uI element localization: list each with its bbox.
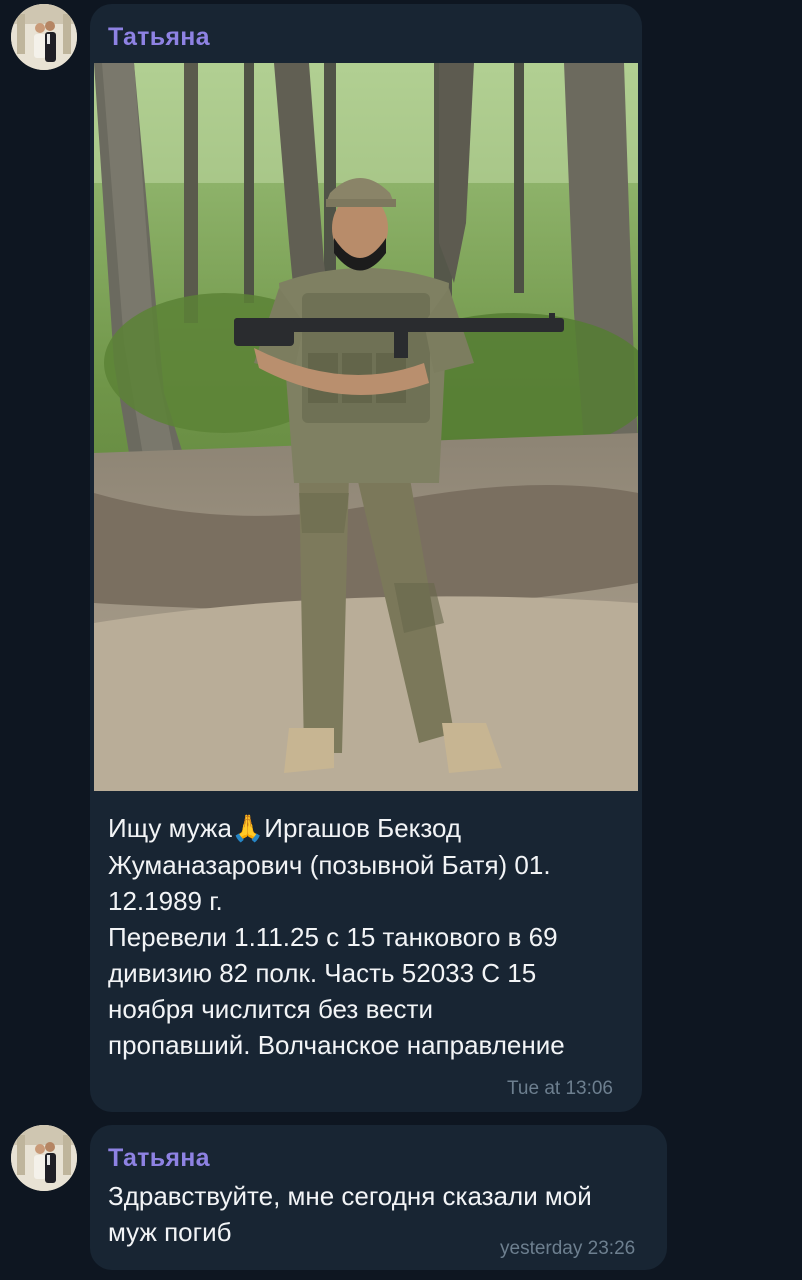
avatar-photo-icon: [11, 4, 77, 70]
message-timestamp: Tue at 13:06: [507, 1078, 613, 1099]
sender-name[interactable]: Татьяна: [108, 23, 210, 52]
chat-view: Татьяна Ищу мужа🙏Иргашов Бекзод Жуманаза…: [0, 0, 802, 1280]
message-photo[interactable]: [94, 63, 638, 791]
sender-avatar[interactable]: [11, 4, 77, 70]
message-timestamp: yesterday 23:26: [500, 1238, 636, 1259]
soldier-in-forest-photo-icon: [94, 63, 638, 791]
sender-name[interactable]: Татьяна: [108, 1144, 210, 1173]
sender-avatar[interactable]: [11, 1125, 77, 1191]
praying-hands-icon: 🙏: [231, 814, 265, 844]
avatar-photo-icon: [11, 1125, 77, 1191]
message-text-intro: Ищу мужа: [108, 813, 232, 843]
message-text-body: Иргашов Бекзод Жуманазарович (позывной Б…: [108, 813, 565, 1060]
message-text: Ищу мужа🙏Иргашов Бекзод Жуманазарович (п…: [108, 810, 628, 1063]
